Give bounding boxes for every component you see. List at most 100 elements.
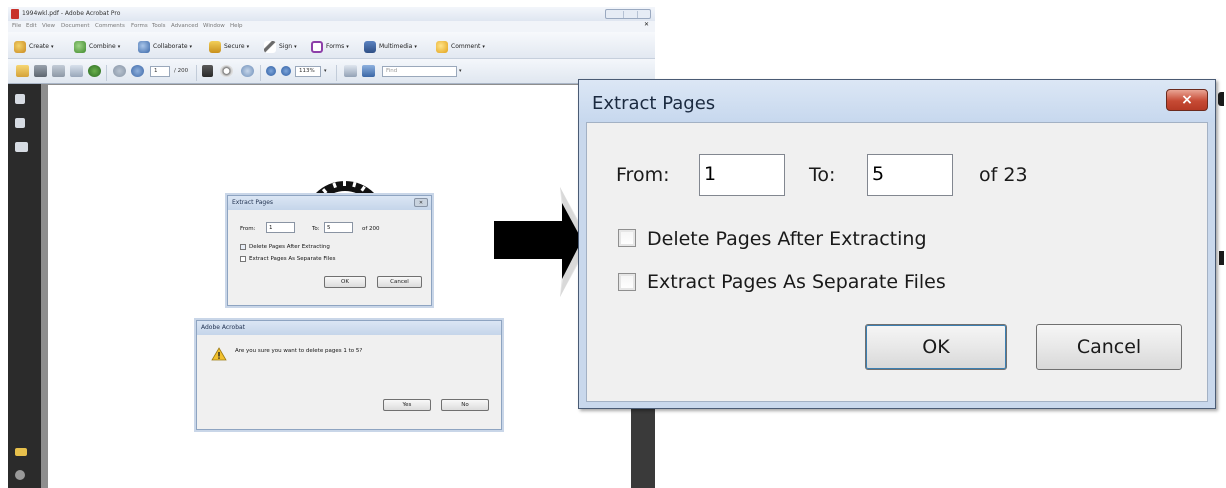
delete-confirm-dialog: Adobe Acrobat Are you sure you want to d… [196, 320, 502, 430]
combine-label: Combine [89, 43, 116, 50]
combine-icon [74, 40, 86, 53]
menu-help[interactable]: Help [230, 23, 243, 29]
find-dropdown-icon[interactable]: ▾ [459, 68, 462, 74]
zoom-dropdown-icon[interactable]: ▾ [324, 68, 327, 74]
find-input[interactable]: Find [382, 66, 457, 77]
sign-label: Sign [279, 43, 293, 50]
email-icon[interactable] [70, 65, 83, 77]
to-input[interactable]: 5 [867, 154, 953, 196]
multimedia-button[interactable]: Multimedia ▾ [364, 40, 417, 53]
close-document-icon[interactable]: ✕ [644, 21, 649, 28]
small-delete-checkbox[interactable] [240, 244, 246, 250]
minimize-icon[interactable] [609, 11, 621, 18]
collaborate-icon [138, 40, 150, 53]
from-label: From: [616, 164, 670, 186]
close-window-icon[interactable] [637, 11, 649, 18]
bookmarks-panel-icon[interactable] [15, 118, 25, 128]
background-fragment [1218, 92, 1224, 106]
small-cancel-button[interactable]: Cancel [377, 276, 422, 288]
next-page-icon[interactable] [131, 65, 144, 77]
separate-files-checkbox[interactable] [618, 273, 636, 291]
forms-button[interactable]: Forms ▾ [311, 40, 349, 53]
comments-panel-icon[interactable] [15, 448, 27, 456]
delete-pages-label: Delete Pages After Extracting [647, 228, 927, 250]
zoom-in-icon[interactable] [281, 66, 291, 76]
pen-icon [264, 40, 276, 53]
signatures-panel-icon[interactable] [15, 142, 28, 152]
comment-label: Comment [451, 43, 481, 50]
small-separate-checkbox[interactable] [240, 256, 246, 262]
small-of-total: of 200 [362, 226, 380, 232]
from-input[interactable]: 1 [699, 154, 785, 196]
close-button[interactable]: × [1166, 89, 1208, 111]
window-controls[interactable] [605, 9, 651, 19]
small-from-label: From: [240, 226, 256, 232]
small-delete-label: Delete Pages After Extracting [249, 244, 330, 250]
menu-view[interactable]: View [42, 23, 55, 29]
hand-tool-icon[interactable] [220, 65, 233, 77]
full-screen-icon[interactable] [362, 65, 375, 77]
menu-comments[interactable]: Comments [95, 23, 125, 29]
extract-dialog-title: Extract Pages [592, 93, 716, 114]
forms-icon [311, 40, 323, 53]
menu-edit[interactable]: Edit [26, 23, 37, 29]
create-icon [14, 40, 26, 53]
small-from-input[interactable]: 1 [266, 222, 295, 233]
small-extract-pages-dialog: Extract Pages ✕ From: 1 To: 5 of 200 Del… [227, 195, 432, 306]
page-number-input[interactable]: 1 [150, 66, 170, 77]
previous-page-icon[interactable] [113, 65, 126, 77]
navigation-toolbar: 1 / 200 113% ▾ Find ▾ [8, 59, 655, 84]
ok-button[interactable]: OK [865, 324, 1007, 370]
zoom-level-field[interactable]: 113% [295, 66, 321, 77]
restore-icon[interactable] [623, 11, 635, 18]
lock-icon [209, 40, 221, 53]
menu-document[interactable]: Document [61, 23, 90, 29]
sign-button[interactable]: Sign ▾ [264, 40, 297, 53]
warning-icon [211, 347, 227, 361]
small-dialog-title: Extract Pages [228, 196, 431, 210]
tasks-toolbar: Create ▾ Combine ▾ Collaborate ▾ Secure ▾ Si… [8, 32, 655, 59]
open-folder-icon[interactable] [16, 65, 29, 77]
no-button[interactable]: No [441, 399, 489, 411]
print-icon[interactable] [34, 65, 47, 77]
extract-dialog-titlebar: Extract Pages × [579, 80, 1215, 122]
zoom-tool-icon[interactable] [241, 65, 254, 77]
collaborate-label: Collaborate [153, 43, 188, 50]
small-dialog-close-icon[interactable]: ✕ [414, 198, 428, 207]
menu-forms[interactable]: Forms [131, 23, 148, 29]
menu-advanced[interactable]: Advanced [171, 23, 198, 29]
zoom-out-icon[interactable] [266, 66, 276, 76]
pages-panel-icon[interactable] [15, 94, 25, 104]
pdf-file-icon [11, 9, 19, 19]
confirm-dialog-title: Adobe Acrobat [197, 321, 501, 335]
acrobat-menubar: File Edit View Document Comments Forms T… [8, 21, 655, 32]
delete-pages-checkbox[interactable] [618, 229, 636, 247]
yes-button[interactable]: Yes [383, 399, 431, 411]
small-to-input[interactable]: 5 [324, 222, 353, 233]
create-button[interactable]: Create ▾ [14, 40, 53, 53]
comment-icon [436, 40, 448, 53]
confirm-message: Are you sure you want to delete pages 1 … [235, 348, 363, 354]
combine-button[interactable]: Combine ▾ [74, 40, 120, 53]
globe-icon[interactable] [88, 65, 101, 77]
collaborate-button[interactable]: Collaborate ▾ [138, 40, 192, 53]
secure-label: Secure [224, 43, 245, 50]
menu-window[interactable]: Window [203, 23, 225, 29]
comment-button[interactable]: Comment ▾ [436, 40, 485, 53]
forms-label: Forms [326, 43, 345, 50]
secure-button[interactable]: Secure ▾ [209, 40, 249, 53]
extract-pages-dialog: Extract Pages × From: 1 To: 5 of 23 Dele… [578, 79, 1216, 409]
attachments-panel-icon[interactable] [15, 470, 25, 480]
small-ok-button[interactable]: OK [324, 276, 366, 288]
navigation-pane [8, 84, 41, 488]
cancel-button[interactable]: Cancel [1036, 324, 1182, 370]
save-icon[interactable] [52, 65, 65, 77]
acrobat-window-title: 1994wkl.pdf - Adobe Acrobat Pro [22, 10, 121, 17]
menu-tools[interactable]: Tools [152, 23, 166, 29]
menu-file[interactable]: File [12, 23, 21, 29]
small-to-label: To: [312, 226, 320, 232]
extract-dialog-body: From: 1 To: 5 of 23 Delete Pages After E… [586, 122, 1208, 402]
small-separate-label: Extract Pages As Separate Files [249, 256, 336, 262]
fit-page-icon[interactable] [344, 65, 357, 77]
select-tool-icon[interactable] [202, 65, 213, 77]
